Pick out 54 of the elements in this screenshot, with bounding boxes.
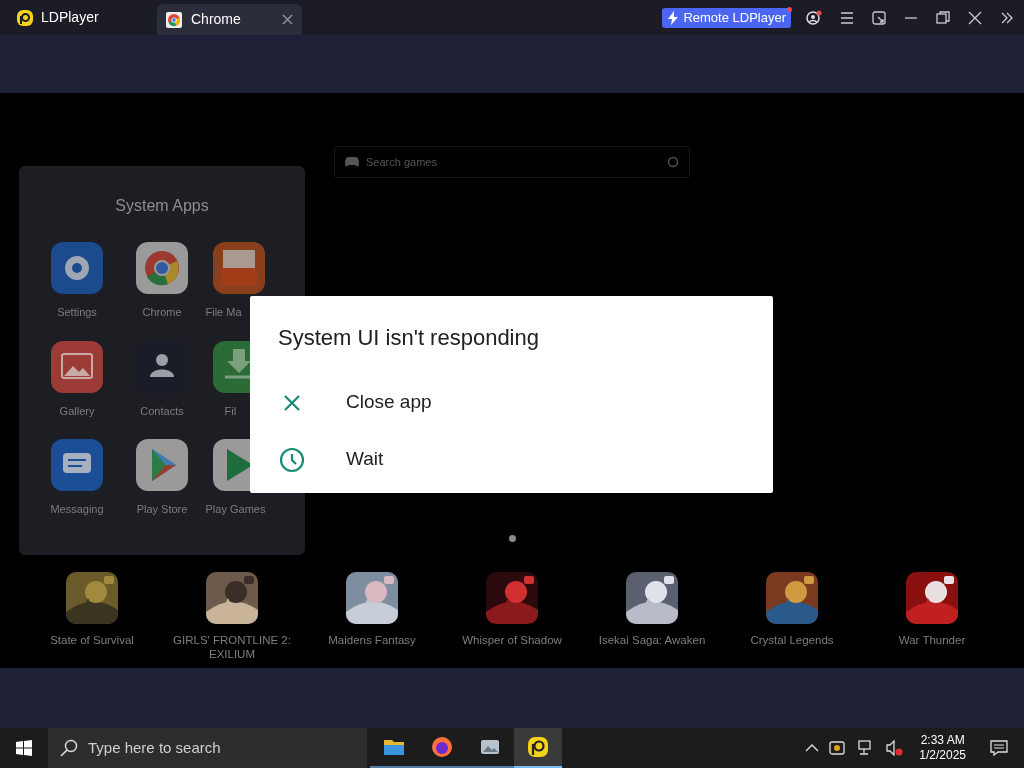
- clock-time[interactable]: 2:33 AM: [920, 733, 965, 748]
- close-icon[interactable]: [968, 10, 982, 25]
- game-title[interactable]: Maidens Fantasy: [307, 633, 437, 647]
- app-label[interactable]: File Ma: [205, 304, 242, 321]
- browser-tab[interactable]: Chrome: [157, 4, 302, 35]
- app-name: LDPlayer: [41, 8, 99, 27]
- clock-icon: [278, 445, 306, 474]
- account-icon[interactable]: [806, 9, 822, 26]
- dialog-action[interactable]: Wait: [278, 431, 758, 488]
- folder-icon[interactable]: [212, 242, 265, 294]
- chrome-icon[interactable]: [136, 242, 188, 294]
- game-title[interactable]: Crystal Legends: [727, 633, 857, 647]
- windows-start-icon[interactable]: [16, 740, 32, 756]
- dialog-title: System UI isn't responding: [278, 324, 540, 352]
- lightning-icon: [667, 10, 680, 25]
- search-icon: [60, 739, 78, 757]
- app-label[interactable]: Play Store: [136, 501, 188, 518]
- game-title[interactable]: GIRLS' FRONTLINE 2: EXILIUM: [167, 633, 297, 661]
- taskbar-app[interactable]: [514, 728, 562, 768]
- app-label[interactable]: Gallery: [59, 402, 95, 419]
- remote-ldplayer-button[interactable]: Remote LDPlayer: [662, 7, 791, 28]
- game-title[interactable]: State of Survival: [27, 633, 157, 647]
- app-label[interactable]: Messaging: [50, 501, 104, 518]
- game-title[interactable]: Isekai Saga: Awaken: [587, 633, 717, 647]
- menu-icon[interactable]: [840, 11, 854, 24]
- notification-icon[interactable]: [990, 739, 1008, 757]
- search-icon[interactable]: [667, 156, 679, 168]
- gamepad-icon: [345, 157, 359, 167]
- game-title[interactable]: Whisper of Shadow: [447, 633, 577, 647]
- app-label[interactable]: Play Games: [205, 501, 266, 518]
- app-label[interactable]: Chrome: [142, 304, 182, 321]
- ldplayer-icon: [526, 735, 550, 759]
- search-games-field[interactable]: Search games: [334, 146, 690, 178]
- clock-date[interactable]: 1/2/2025: [919, 748, 966, 763]
- chrome-icon: [166, 11, 182, 28]
- folder-title: System Apps: [115, 196, 209, 216]
- image-icon[interactable]: [51, 340, 103, 393]
- screen-icon[interactable]: [872, 10, 886, 25]
- close-tab-icon[interactable]: [282, 14, 293, 25]
- taskbar-search-field[interactable]: Type here to search: [48, 728, 367, 768]
- message-icon[interactable]: [51, 439, 103, 491]
- game-title[interactable]: War Thunder: [867, 633, 997, 647]
- double-chevron-icon[interactable]: [1000, 10, 1014, 25]
- muted-speaker-icon[interactable]: [885, 739, 904, 757]
- firefox-icon: [430, 735, 454, 759]
- app-label[interactable]: Contacts: [140, 402, 184, 419]
- tray-app-icon[interactable]: [829, 739, 848, 757]
- chevron-up-icon[interactable]: [805, 743, 820, 753]
- app-label[interactable]: Settings: [57, 304, 97, 321]
- app-label[interactable]: Fil: [224, 402, 237, 419]
- ldplayer-logo-icon: [16, 8, 34, 27]
- restore-icon[interactable]: [936, 10, 950, 25]
- gear-icon[interactable]: [51, 242, 103, 294]
- dialog-action[interactable]: Close app: [278, 374, 758, 431]
